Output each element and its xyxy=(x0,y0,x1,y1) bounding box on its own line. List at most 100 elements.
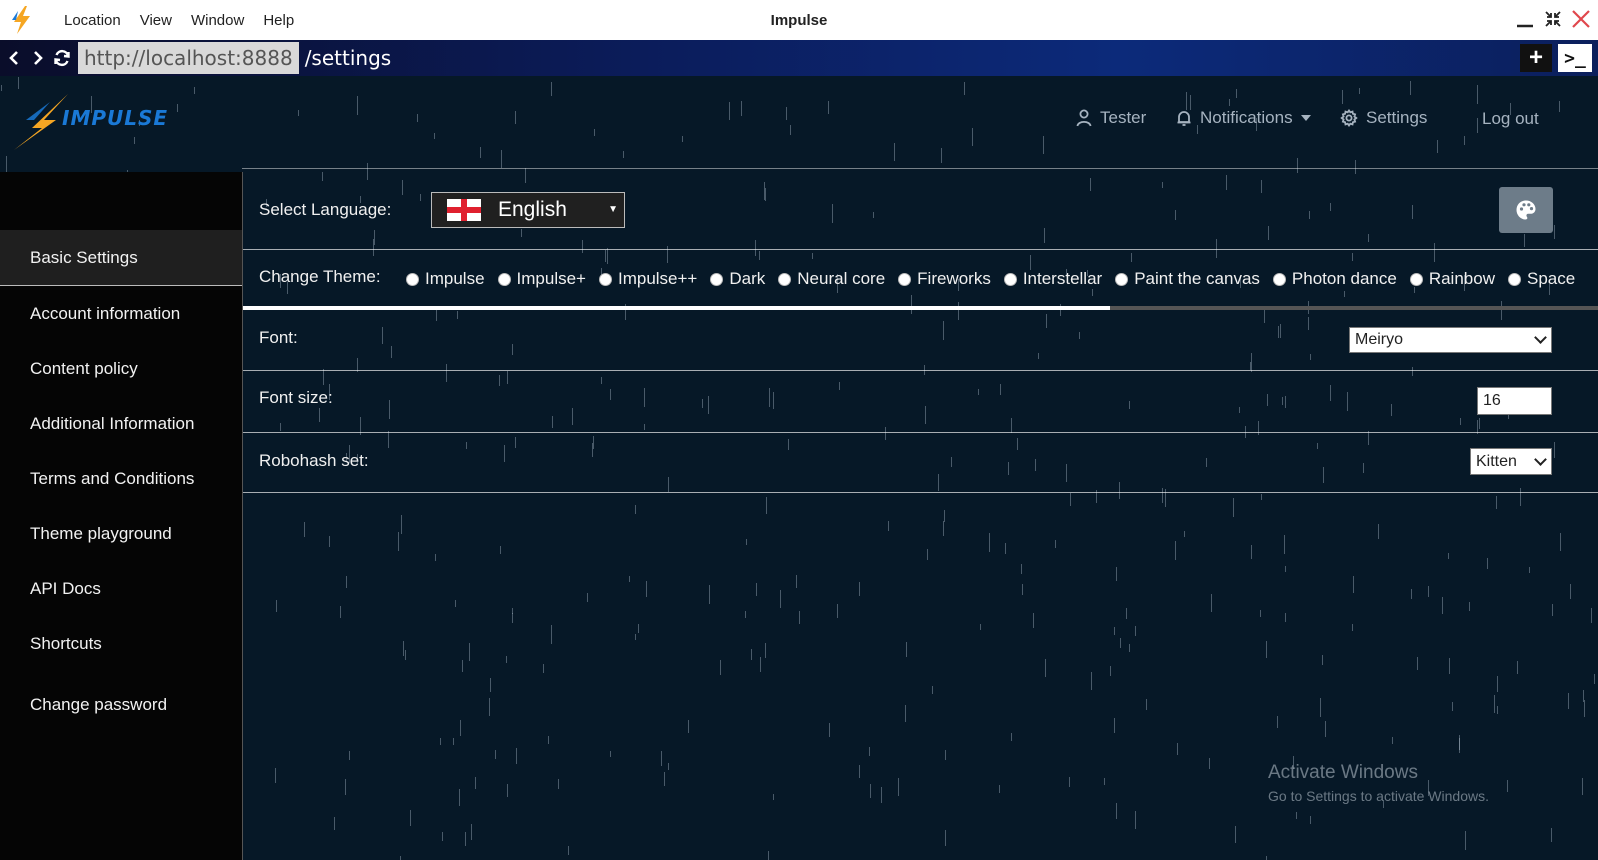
theme-option[interactable]: Impulse++ xyxy=(598,269,698,289)
sidebar-item-basic-settings[interactable]: Basic Settings xyxy=(0,230,242,286)
logout-label: Log out xyxy=(1482,109,1539,128)
language-label: Select Language: xyxy=(259,200,392,219)
watermark-subtitle: Go to Settings to activate Windows. xyxy=(1268,788,1489,804)
font-size-row: Font size: xyxy=(243,371,1598,433)
chevron-down-icon xyxy=(1534,452,1547,466)
theme-option-label: Fireworks xyxy=(917,269,991,288)
settings-link[interactable]: Settings xyxy=(1340,108,1427,128)
menu-view[interactable]: View xyxy=(140,12,172,29)
chevron-down-icon xyxy=(1534,331,1547,344)
radio-button[interactable] xyxy=(1003,272,1017,286)
user-name: Tester xyxy=(1100,108,1147,127)
font-value: Meiryo xyxy=(1355,331,1404,348)
theme-option-label: Impulse+ xyxy=(516,269,586,288)
font-label: Font: xyxy=(259,328,298,347)
sidebar-item-api-docs[interactable]: API Docs xyxy=(0,561,242,616)
back-icon[interactable] xyxy=(2,40,26,76)
radio-button[interactable] xyxy=(1409,272,1423,286)
settings-label: Settings xyxy=(1366,108,1428,127)
terminal-button[interactable]: >_ xyxy=(1558,44,1592,72)
menu-location[interactable]: Location xyxy=(64,12,121,29)
sidebar-item-terms-and-conditions[interactable]: Terms and Conditions xyxy=(0,451,242,506)
theme-option-label: Impulse++ xyxy=(617,269,698,288)
robohash-select[interactable]: Kitten xyxy=(1470,448,1552,475)
reload-icon[interactable] xyxy=(50,40,74,76)
minimize-icon[interactable] xyxy=(1514,6,1536,32)
theme-option-label: Impulse xyxy=(425,269,485,288)
app-logo-icon xyxy=(2,0,42,40)
restore-icon[interactable] xyxy=(1542,6,1564,32)
theme-label: Change Theme: xyxy=(259,267,381,286)
sidebar-item-content-policy[interactable]: Content policy xyxy=(0,341,242,396)
radio-button[interactable] xyxy=(598,272,612,286)
radio-button[interactable] xyxy=(406,272,419,286)
forward-icon[interactable] xyxy=(26,40,50,76)
activate-windows-watermark: Activate Windows Go to Settings to activ… xyxy=(1268,762,1489,804)
theme-option[interactable]: Photon dance xyxy=(1272,269,1397,289)
theme-option-label: Paint the canvas xyxy=(1134,269,1260,288)
language-select[interactable]: English ▼ xyxy=(431,192,625,228)
theme-option[interactable]: Rainbow xyxy=(1409,269,1495,289)
palette-button[interactable] xyxy=(1499,187,1553,233)
window-controls xyxy=(1514,6,1592,32)
theme-option-label: Neural core xyxy=(797,269,886,288)
theme-option-label: Dark xyxy=(729,269,766,288)
robohash-row: Robohash set: xyxy=(243,433,1598,493)
close-icon[interactable] xyxy=(1570,6,1592,32)
theme-option-label: Space xyxy=(1526,269,1576,288)
palette-icon xyxy=(1516,200,1536,220)
header-divider xyxy=(242,168,1598,169)
watermark-title: Activate Windows xyxy=(1268,762,1418,783)
theme-option[interactable]: Fireworks xyxy=(898,269,991,289)
theme-option[interactable]: Space xyxy=(1507,269,1576,289)
url-path[interactable]: /settings xyxy=(305,46,392,70)
menu-help[interactable]: Help xyxy=(263,12,294,29)
theme-option[interactable]: Paint the canvas xyxy=(1115,269,1260,289)
sidebar-item-shortcuts[interactable]: Shortcuts xyxy=(0,616,242,671)
notifications-menu[interactable]: Notifications xyxy=(1176,108,1311,128)
font-size-input[interactable]: 16 xyxy=(1477,387,1552,415)
font-select[interactable]: Meiryo xyxy=(1349,327,1552,353)
theme-option[interactable]: Impulse xyxy=(406,269,485,289)
radio-button[interactable] xyxy=(710,272,724,286)
new-tab-button[interactable]: + xyxy=(1520,44,1552,72)
user-link[interactable]: Tester xyxy=(1076,108,1146,128)
app-header: IMPULSE Tester Notifications Settings Lo… xyxy=(0,76,1598,170)
url-host[interactable]: http://localhost:8888 xyxy=(78,42,299,74)
logout-link[interactable]: Log out xyxy=(1482,109,1539,129)
theme-option-label: Photon dance xyxy=(1291,269,1397,288)
user-icon xyxy=(1076,109,1092,127)
caret-down-icon xyxy=(1300,115,1311,121)
radio-button[interactable] xyxy=(1115,272,1129,286)
radio-button[interactable] xyxy=(1272,272,1286,286)
theme-option-label: Rainbow xyxy=(1428,269,1495,288)
robohash-label: Robohash set: xyxy=(259,451,369,470)
sidebar-item-additional-information[interactable]: Additional Information xyxy=(0,396,242,451)
robohash-value: Kitten xyxy=(1476,452,1517,470)
theme-option-label: Interstellar xyxy=(1022,269,1103,288)
caret-down-icon: ▼ xyxy=(608,204,618,215)
radio-button[interactable] xyxy=(1507,272,1521,286)
radio-button[interactable] xyxy=(497,272,511,286)
sidebar: Basic Settings Account information Conte… xyxy=(0,172,243,860)
title-bar: Location View Window Help Impulse xyxy=(0,0,1598,40)
sidebar-item-theme-playground[interactable]: Theme playground xyxy=(0,506,242,561)
address-bar: http://localhost:8888 /settings + >_ xyxy=(0,40,1598,76)
font-size-value: 16 xyxy=(1483,392,1501,409)
bell-icon xyxy=(1177,111,1191,126)
gear-icon xyxy=(1340,109,1358,127)
sidebar-item-change-password[interactable]: Change password xyxy=(0,677,242,732)
theme-option[interactable]: Dark xyxy=(710,269,765,289)
theme-options: Impulse Impulse+ Impulse++ Dark Neural core F… xyxy=(406,267,1588,291)
radio-button[interactable] xyxy=(778,272,792,286)
font-size-label: Font size: xyxy=(259,388,333,407)
theme-option[interactable]: Interstellar xyxy=(1003,269,1103,289)
sidebar-item-account-information[interactable]: Account information xyxy=(0,286,242,341)
notifications-label: Notifications xyxy=(1200,108,1293,127)
theme-option[interactable]: Neural core xyxy=(778,269,885,289)
menu-bar: Location View Window Help xyxy=(64,12,313,29)
menu-window[interactable]: Window xyxy=(191,12,244,29)
england-flag-icon xyxy=(447,199,481,221)
theme-option[interactable]: Impulse+ xyxy=(497,269,586,289)
radio-button[interactable] xyxy=(898,272,912,286)
